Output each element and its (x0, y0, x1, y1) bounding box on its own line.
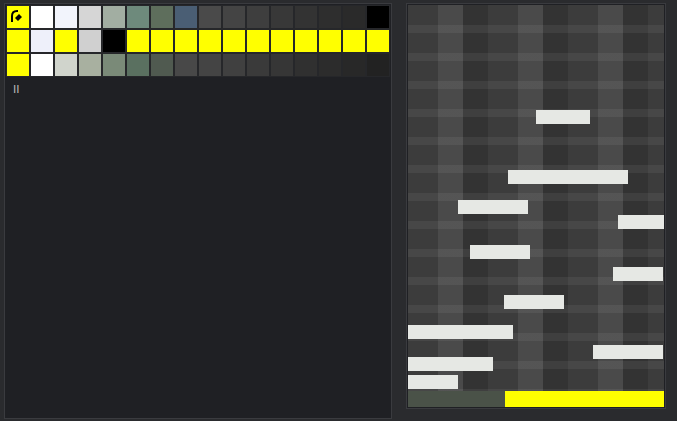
color-swatch[interactable] (318, 29, 342, 53)
palette-grid (5, 4, 391, 78)
palette-row (6, 5, 390, 29)
color-swatch[interactable] (366, 5, 390, 29)
palette-panel: II (4, 3, 392, 419)
image-stripe (618, 215, 664, 229)
image-stripe (458, 200, 528, 214)
color-swatch[interactable] (294, 5, 318, 29)
color-swatch[interactable] (294, 29, 318, 53)
color-swatch[interactable] (270, 29, 294, 53)
color-swatch[interactable] (342, 53, 366, 77)
color-swatch[interactable] (270, 53, 294, 77)
image-stripe (408, 375, 458, 389)
color-swatch[interactable] (102, 53, 126, 77)
color-swatch[interactable] (270, 5, 294, 29)
color-swatch[interactable] (294, 53, 318, 77)
color-swatch[interactable] (102, 29, 126, 53)
color-swatch[interactable] (342, 29, 366, 53)
color-swatch[interactable] (174, 29, 198, 53)
color-swatch[interactable] (6, 53, 30, 77)
image-stripe (470, 245, 530, 259)
palette-row (6, 53, 390, 77)
image-stripe (504, 295, 564, 309)
image-stripe (508, 170, 628, 184)
color-swatch[interactable] (246, 29, 270, 53)
color-swatch[interactable] (6, 5, 30, 29)
color-swatch[interactable] (30, 5, 54, 29)
color-swatch[interactable] (126, 53, 150, 77)
color-swatch[interactable] (342, 5, 366, 29)
image-stripe (593, 345, 663, 359)
color-swatch[interactable] (222, 29, 246, 53)
color-swatch[interactable] (54, 29, 78, 53)
color-swatch[interactable] (6, 29, 30, 53)
color-swatch[interactable] (126, 29, 150, 53)
palette-row (6, 29, 390, 53)
color-swatch[interactable] (198, 29, 222, 53)
color-swatch[interactable] (78, 53, 102, 77)
image-stripe (613, 267, 663, 281)
color-swatch[interactable] (78, 5, 102, 29)
fill-icon (10, 9, 24, 23)
color-swatch[interactable] (318, 5, 342, 29)
color-swatch[interactable] (318, 53, 342, 77)
drawing-canvas[interactable] (408, 5, 664, 391)
color-swatch[interactable] (174, 53, 198, 77)
status-text: II (5, 78, 391, 102)
color-swatch[interactable] (222, 5, 246, 29)
color-swatch[interactable] (198, 5, 222, 29)
color-swatch[interactable] (54, 5, 78, 29)
image-stripe (536, 110, 590, 124)
color-swatch[interactable] (174, 5, 198, 29)
color-swatch[interactable] (54, 53, 78, 77)
color-swatch[interactable] (246, 5, 270, 29)
color-swatch[interactable] (222, 53, 246, 77)
color-swatch[interactable] (150, 5, 174, 29)
color-swatch[interactable] (30, 53, 54, 77)
color-swatch[interactable] (198, 53, 222, 77)
color-swatch[interactable] (126, 5, 150, 29)
color-swatch[interactable] (246, 53, 270, 77)
color-swatch[interactable] (78, 29, 102, 53)
image-stripe (408, 325, 513, 339)
color-swatch[interactable] (366, 29, 390, 53)
color-swatch[interactable] (102, 5, 126, 29)
progress-track (408, 391, 664, 407)
progress-fill (505, 391, 664, 407)
color-swatch[interactable] (366, 53, 390, 77)
canvas-panel (406, 3, 666, 409)
image-stripe (408, 357, 493, 371)
color-swatch[interactable] (30, 29, 54, 53)
color-swatch[interactable] (150, 53, 174, 77)
color-swatch[interactable] (150, 29, 174, 53)
